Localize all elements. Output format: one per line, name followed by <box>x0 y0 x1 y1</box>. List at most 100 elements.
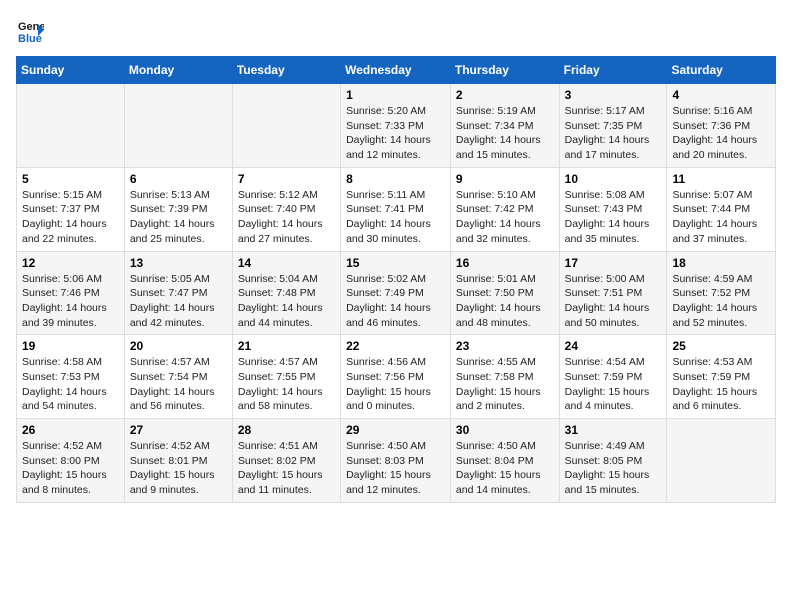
cell-details: Sunrise: 5:11 AM Sunset: 7:41 PM Dayligh… <box>346 188 445 247</box>
weekday-header: Thursday <box>450 57 559 84</box>
calendar-week-row: 1Sunrise: 5:20 AM Sunset: 7:33 PM Daylig… <box>17 84 776 168</box>
day-number: 8 <box>346 172 445 186</box>
calendar-cell: 23 Sunrise: 4:55 AM Sunset: 7:58 PM Dayli… <box>450 335 559 419</box>
calendar-cell <box>667 419 776 503</box>
day-number: 9 <box>456 172 554 186</box>
calendar-cell: 28Sunrise: 4:51 AM Sunset: 8:02 PM Dayli… <box>232 419 340 503</box>
calendar-cell: 31 Sunrise: 4:49 AM Sunset: 8:05 PM Dayli… <box>559 419 667 503</box>
calendar-cell <box>124 84 232 168</box>
calendar-cell: 8 Sunrise: 5:11 AM Sunset: 7:41 PM Daylig… <box>341 167 451 251</box>
cell-details: Sunrise: 4:50 AM Sunset: 8:03 PM Dayligh… <box>346 439 445 498</box>
day-number: 26 <box>22 423 119 437</box>
cell-details: Sunrise: 4:58 AM Sunset: 7:53 PM Dayligh… <box>22 355 119 414</box>
day-number: 29 <box>346 423 445 437</box>
calendar-cell: 22Sunrise: 4:56 AM Sunset: 7:56 PM Dayli… <box>341 335 451 419</box>
day-number: 2 <box>456 88 554 102</box>
cell-details: Sunrise: 4:52 AM Sunset: 8:00 PM Dayligh… <box>22 439 119 498</box>
day-number: 10 <box>565 172 662 186</box>
day-number: 16 <box>456 256 554 270</box>
cell-details: Sunrise: 5:19 AM Sunset: 7:34 PM Dayligh… <box>456 104 554 163</box>
cell-details: Sunrise: 4:57 AM Sunset: 7:55 PM Dayligh… <box>238 355 335 414</box>
weekday-header: Wednesday <box>341 57 451 84</box>
day-number: 20 <box>130 339 227 353</box>
calendar-cell: 2 Sunrise: 5:19 AM Sunset: 7:34 PM Daylig… <box>450 84 559 168</box>
calendar-week-row: 12 Sunrise: 5:06 AM Sunset: 7:46 PM Dayli… <box>17 251 776 335</box>
day-number: 30 <box>456 423 554 437</box>
cell-details: Sunrise: 5:04 AM Sunset: 7:48 PM Dayligh… <box>238 272 335 331</box>
calendar-cell: 7 Sunrise: 5:12 AM Sunset: 7:40 PM Daylig… <box>232 167 340 251</box>
calendar-cell: 30 Sunrise: 4:50 AM Sunset: 8:04 PM Dayli… <box>450 419 559 503</box>
day-number: 14 <box>238 256 335 270</box>
cell-details: Sunrise: 5:12 AM Sunset: 7:40 PM Dayligh… <box>238 188 335 247</box>
calendar-cell <box>17 84 125 168</box>
calendar-cell: 1Sunrise: 5:20 AM Sunset: 7:33 PM Daylig… <box>341 84 451 168</box>
weekday-header: Saturday <box>667 57 776 84</box>
day-number: 23 <box>456 339 554 353</box>
cell-details: Sunrise: 5:10 AM Sunset: 7:42 PM Dayligh… <box>456 188 554 247</box>
cell-details: Sunrise: 4:57 AM Sunset: 7:54 PM Dayligh… <box>130 355 227 414</box>
day-number: 21 <box>238 339 335 353</box>
calendar-cell: 10 Sunrise: 5:08 AM Sunset: 7:43 PM Dayli… <box>559 167 667 251</box>
cell-details: Sunrise: 4:51 AM Sunset: 8:02 PM Dayligh… <box>238 439 335 498</box>
day-number: 1 <box>346 88 445 102</box>
calendar-cell: 15 Sunrise: 5:02 AM Sunset: 7:49 PM Dayli… <box>341 251 451 335</box>
day-number: 24 <box>565 339 662 353</box>
calendar-cell: 26 Sunrise: 4:52 AM Sunset: 8:00 PM Dayli… <box>17 419 125 503</box>
calendar-cell: 13Sunrise: 5:05 AM Sunset: 7:47 PM Dayli… <box>124 251 232 335</box>
calendar-week-row: 26 Sunrise: 4:52 AM Sunset: 8:00 PM Dayli… <box>17 419 776 503</box>
day-number: 31 <box>565 423 662 437</box>
calendar-cell: 16 Sunrise: 5:01 AM Sunset: 7:50 PM Dayli… <box>450 251 559 335</box>
day-number: 17 <box>565 256 662 270</box>
logo-icon: General Blue <box>16 16 44 44</box>
calendar-cell: 5 Sunrise: 5:15 AM Sunset: 7:37 PM Daylig… <box>17 167 125 251</box>
cell-details: Sunrise: 4:50 AM Sunset: 8:04 PM Dayligh… <box>456 439 554 498</box>
day-number: 11 <box>672 172 770 186</box>
cell-details: Sunrise: 4:52 AM Sunset: 8:01 PM Dayligh… <box>130 439 227 498</box>
cell-details: Sunrise: 5:08 AM Sunset: 7:43 PM Dayligh… <box>565 188 662 247</box>
day-number: 15 <box>346 256 445 270</box>
day-number: 19 <box>22 339 119 353</box>
cell-details: Sunrise: 5:13 AM Sunset: 7:39 PM Dayligh… <box>130 188 227 247</box>
calendar-week-row: 5 Sunrise: 5:15 AM Sunset: 7:37 PM Daylig… <box>17 167 776 251</box>
calendar-cell: 20 Sunrise: 4:57 AM Sunset: 7:54 PM Dayli… <box>124 335 232 419</box>
cell-details: Sunrise: 5:01 AM Sunset: 7:50 PM Dayligh… <box>456 272 554 331</box>
cell-details: Sunrise: 4:59 AM Sunset: 7:52 PM Dayligh… <box>672 272 770 331</box>
weekday-header: Sunday <box>17 57 125 84</box>
calendar-cell: 4Sunrise: 5:16 AM Sunset: 7:36 PM Daylig… <box>667 84 776 168</box>
cell-details: Sunrise: 4:56 AM Sunset: 7:56 PM Dayligh… <box>346 355 445 414</box>
day-number: 7 <box>238 172 335 186</box>
day-number: 3 <box>565 88 662 102</box>
cell-details: Sunrise: 4:55 AM Sunset: 7:58 PM Dayligh… <box>456 355 554 414</box>
day-number: 5 <box>22 172 119 186</box>
calendar-cell: 3 Sunrise: 5:17 AM Sunset: 7:35 PM Daylig… <box>559 84 667 168</box>
calendar-cell: 9 Sunrise: 5:10 AM Sunset: 7:42 PM Daylig… <box>450 167 559 251</box>
cell-details: Sunrise: 5:17 AM Sunset: 7:35 PM Dayligh… <box>565 104 662 163</box>
cell-details: Sunrise: 4:49 AM Sunset: 8:05 PM Dayligh… <box>565 439 662 498</box>
day-number: 13 <box>130 256 227 270</box>
calendar-cell: 11 Sunrise: 5:07 AM Sunset: 7:44 PM Dayli… <box>667 167 776 251</box>
calendar-table: SundayMondayTuesdayWednesdayThursdayFrid… <box>16 56 776 503</box>
day-number: 18 <box>672 256 770 270</box>
weekday-header: Tuesday <box>232 57 340 84</box>
calendar-cell: 24Sunrise: 4:54 AM Sunset: 7:59 PM Dayli… <box>559 335 667 419</box>
calendar-cell: 17Sunrise: 5:00 AM Sunset: 7:51 PM Dayli… <box>559 251 667 335</box>
calendar-cell: 14 Sunrise: 5:04 AM Sunset: 7:48 PM Dayli… <box>232 251 340 335</box>
calendar-cell: 12 Sunrise: 5:06 AM Sunset: 7:46 PM Dayli… <box>17 251 125 335</box>
page-header: General Blue <box>16 16 776 44</box>
calendar-cell: 21 Sunrise: 4:57 AM Sunset: 7:55 PM Dayli… <box>232 335 340 419</box>
cell-details: Sunrise: 5:06 AM Sunset: 7:46 PM Dayligh… <box>22 272 119 331</box>
day-number: 12 <box>22 256 119 270</box>
cell-details: Sunrise: 4:53 AM Sunset: 7:59 PM Dayligh… <box>672 355 770 414</box>
day-number: 27 <box>130 423 227 437</box>
cell-details: Sunrise: 5:15 AM Sunset: 7:37 PM Dayligh… <box>22 188 119 247</box>
calendar-header: SundayMondayTuesdayWednesdayThursdayFrid… <box>17 57 776 84</box>
calendar-cell: 25 Sunrise: 4:53 AM Sunset: 7:59 PM Dayli… <box>667 335 776 419</box>
calendar-cell: 6 Sunrise: 5:13 AM Sunset: 7:39 PM Daylig… <box>124 167 232 251</box>
cell-details: Sunrise: 5:07 AM Sunset: 7:44 PM Dayligh… <box>672 188 770 247</box>
day-number: 25 <box>672 339 770 353</box>
weekday-header: Monday <box>124 57 232 84</box>
day-number: 6 <box>130 172 227 186</box>
cell-details: Sunrise: 5:02 AM Sunset: 7:49 PM Dayligh… <box>346 272 445 331</box>
calendar-cell: 27 Sunrise: 4:52 AM Sunset: 8:01 PM Dayli… <box>124 419 232 503</box>
calendar-cell <box>232 84 340 168</box>
